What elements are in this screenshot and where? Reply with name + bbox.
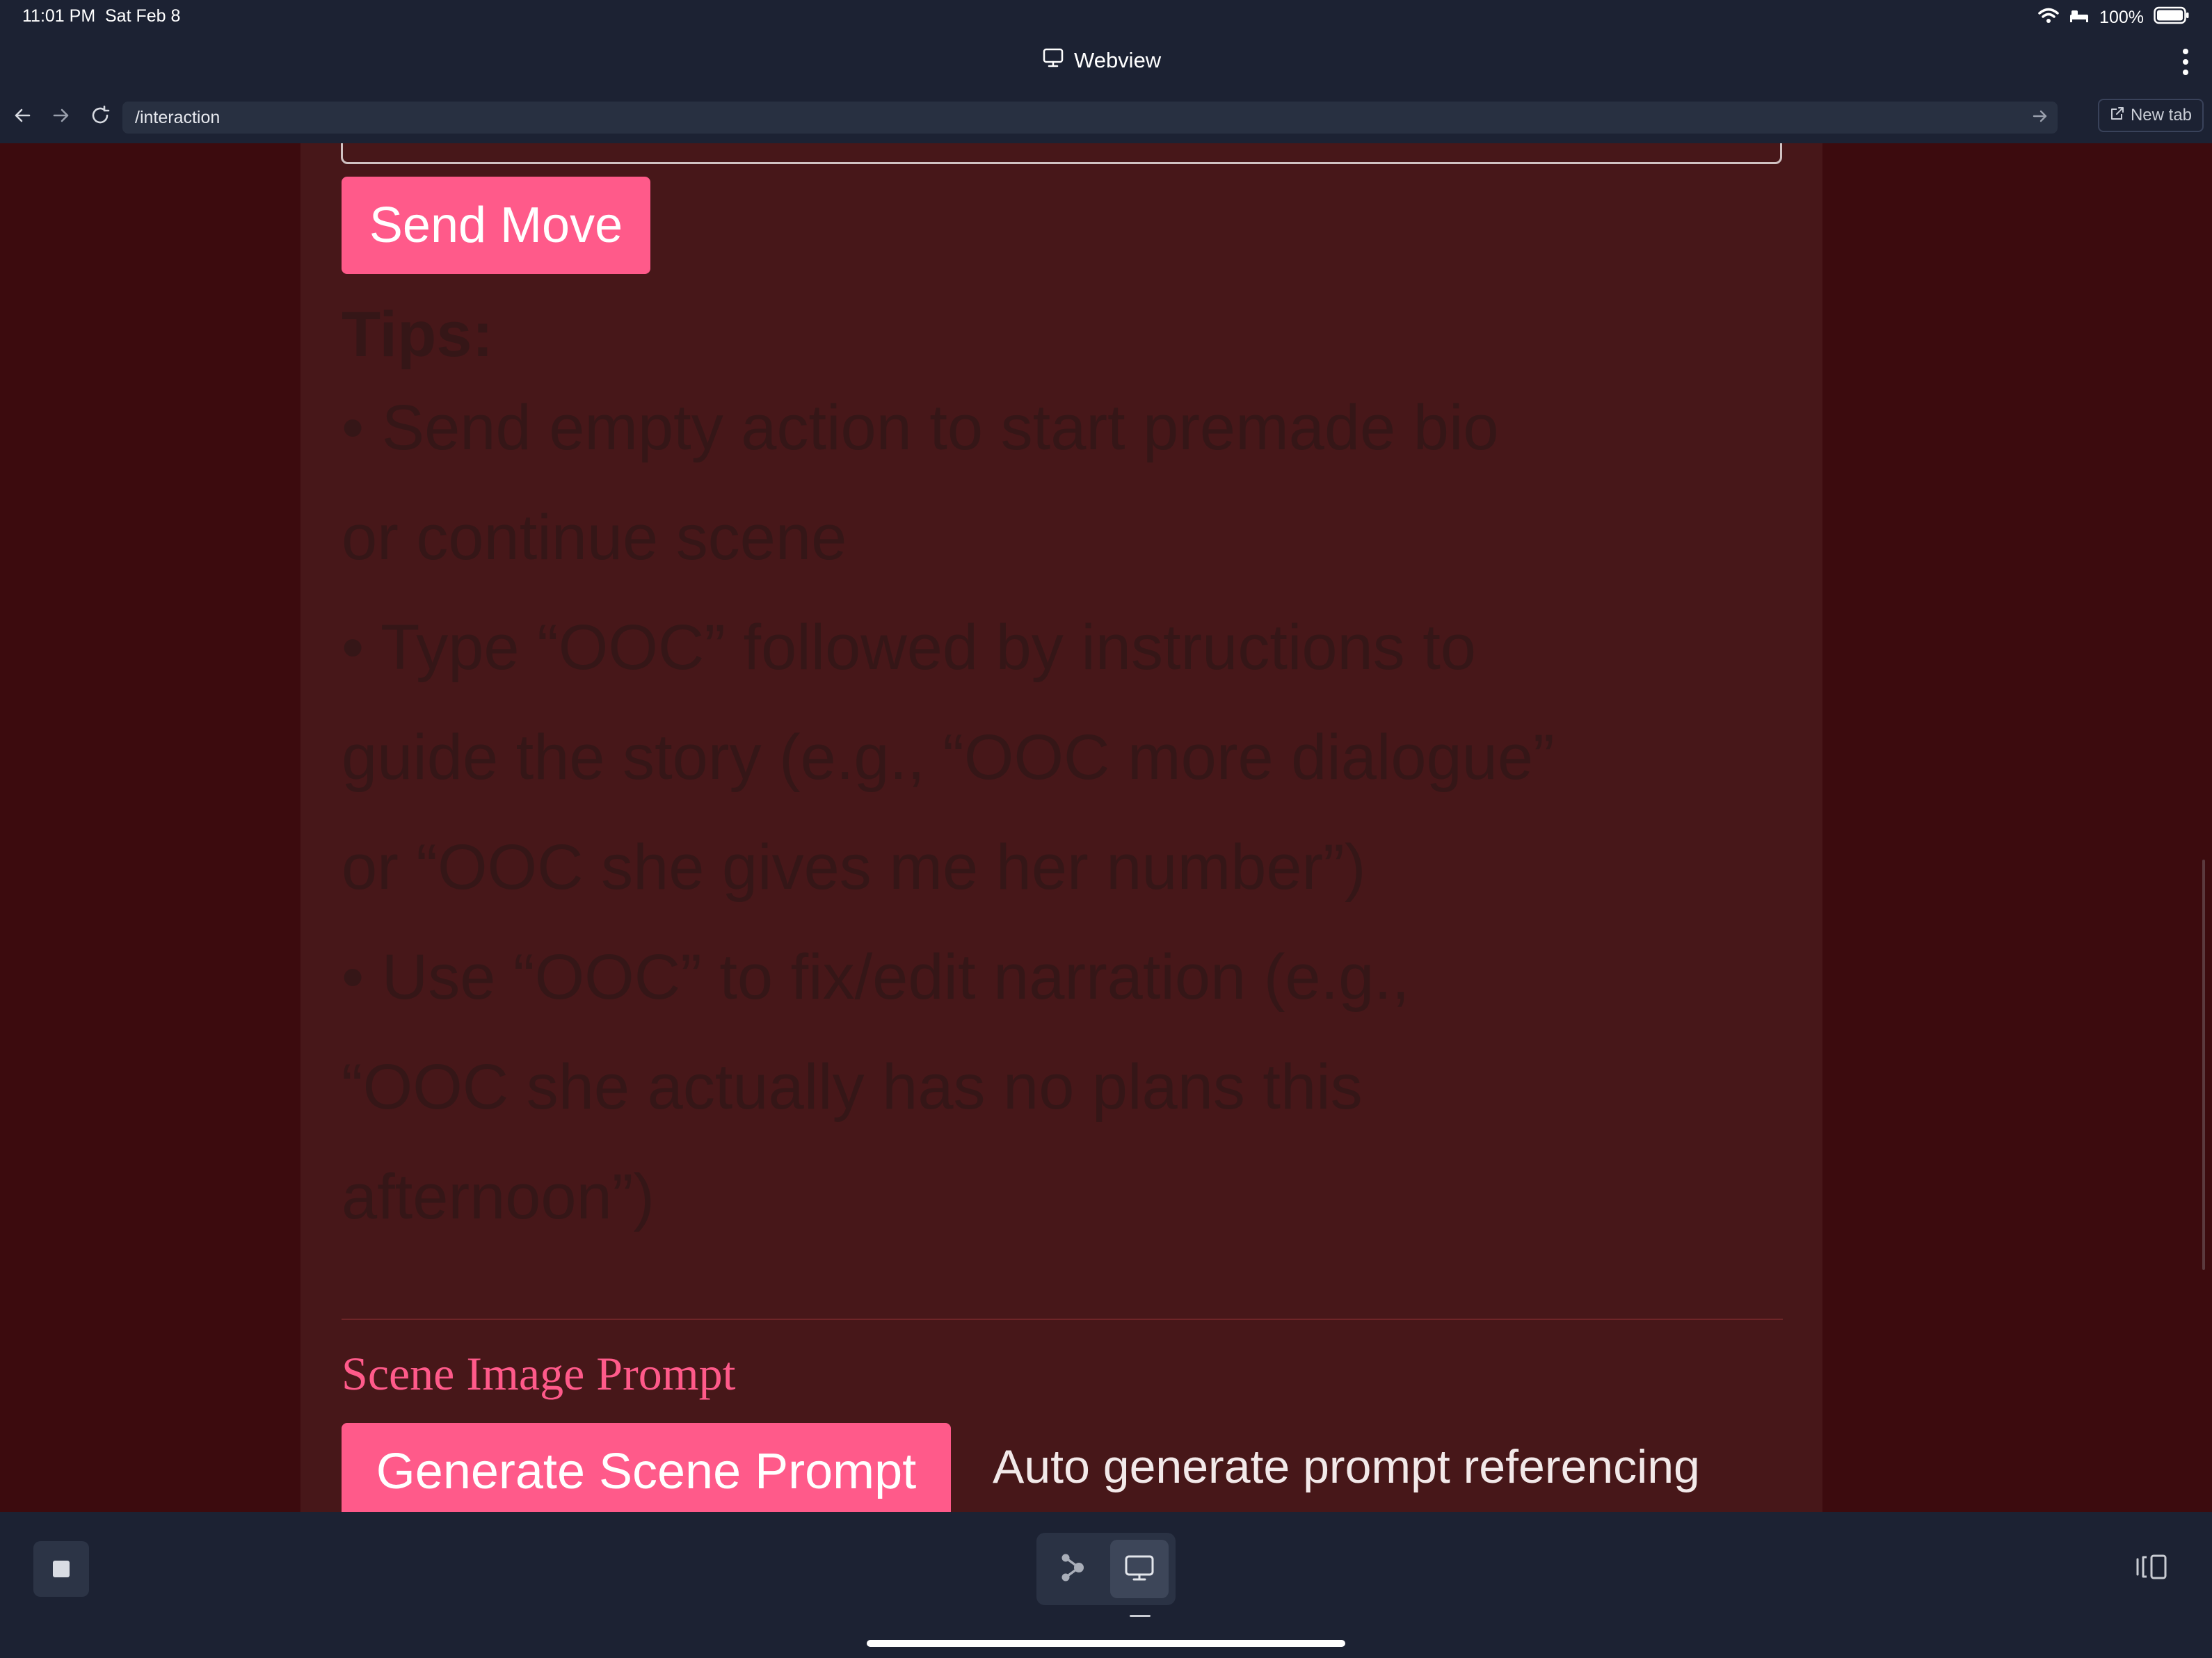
battery-icon [2154,6,2190,29]
web-content: Send Move Tips: • Send empty action to s… [0,143,2212,1512]
new-tab-label: New tab [2130,106,2193,124]
bottom-toolbar [0,1512,2212,1658]
tips-line: afternoon”) [342,1161,655,1232]
content-card: Send Move Tips: • Send empty action to s… [300,143,1822,1512]
url-bar[interactable]: /interaction [122,102,2058,134]
tips-line: or “OOC she gives me her number”) [342,832,1366,903]
home-indicator [867,1640,1345,1647]
tips-line: “OOC she actually has no plans this [342,1052,1363,1122]
tips-line: or continue scene [342,502,847,573]
external-link-icon [2110,106,2125,126]
tips-line: • Use “OOC” to fix/edit narration (e.g., [342,942,1410,1013]
move-textarea[interactable] [341,143,1782,164]
new-tab-button[interactable]: New tab [2098,99,2204,132]
stop-icon [53,1561,70,1577]
split-view-button[interactable] [2131,1551,2173,1586]
monitor-icon [1042,47,1064,74]
vertical-scrollbar[interactable] [2202,860,2205,1270]
battery-percent: 100% [2099,8,2144,27]
monitor-icon [1123,1554,1155,1585]
forward-arrow-icon[interactable] [47,102,75,129]
window-title: Webview [1042,47,1161,74]
auto-generate-description: Auto generate prompt referencing [993,1440,1700,1493]
status-bar: 11:01 PM Sat Feb 8 100% [0,0,2212,36]
flow-icon [1059,1552,1087,1586]
tips-line: • Send empty action to start premade bio [342,392,1499,463]
section-divider [342,1319,1783,1320]
generate-scene-prompt-button[interactable]: Generate Scene Prompt [342,1423,951,1512]
title-bar: Webview [0,36,2212,89]
more-vertical-icon[interactable] [2180,46,2191,81]
tips-line: • Type “OOC” followed by instructions to [342,612,1476,683]
scene-image-prompt-heading: Scene Image Prompt [342,1347,736,1400]
tips-section: Tips: • Send empty action to start prema… [342,296,1788,1252]
navigation-bar: /interaction New tab [0,88,2212,143]
bed-icon [2069,8,2090,28]
active-tab-indicator [1130,1615,1151,1617]
status-date: Sat Feb 8 [105,6,181,26]
split-view-icon [2135,1552,2170,1585]
send-move-button[interactable]: Send Move [342,177,650,274]
window-title-text: Webview [1074,48,1162,72]
tips-heading: Tips: [342,299,494,370]
webview-button[interactable] [1110,1540,1169,1598]
status-right: 100% [2038,6,2190,29]
tips-line: guide the story (e.g., “OOC more dialogu… [342,722,1555,793]
wifi-icon [2038,7,2059,29]
url-text[interactable]: /interaction [135,108,220,128]
flow-view-button[interactable] [1043,1540,1102,1598]
view-toggle-group [1036,1533,1176,1605]
status-time: 11:01 PM [22,6,96,26]
back-arrow-icon[interactable] [8,102,36,129]
stop-button[interactable] [33,1541,89,1597]
go-arrow-icon[interactable] [2031,107,2049,130]
reload-icon[interactable] [86,102,114,129]
